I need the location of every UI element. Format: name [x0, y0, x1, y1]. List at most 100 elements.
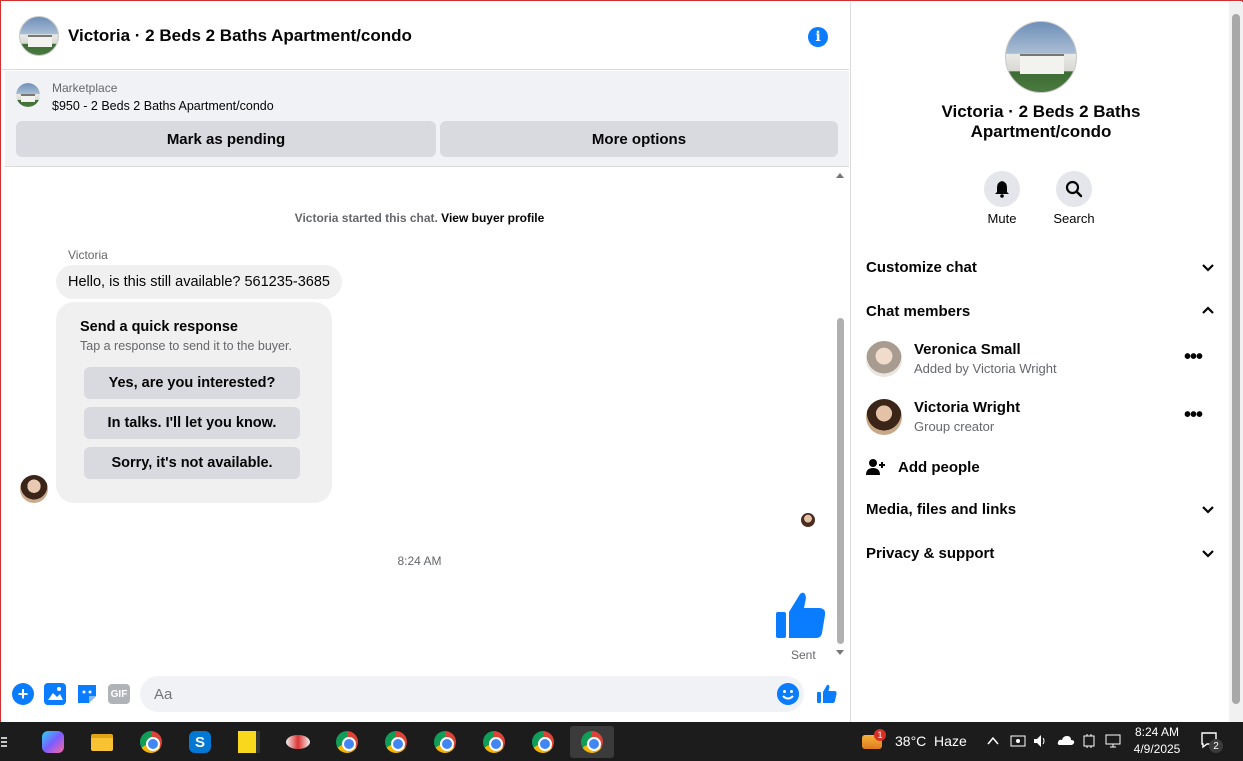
- listing-avatar[interactable]: [19, 15, 59, 56]
- more-icon[interactable]: •••: [1184, 347, 1203, 367]
- skype-icon[interactable]: S: [178, 726, 222, 758]
- sender-avatar[interactable]: [20, 475, 48, 503]
- chevron-down-icon: [1202, 506, 1214, 514]
- mute-button[interactable]: [984, 171, 1020, 207]
- bell-icon: [995, 181, 1009, 198]
- privacy-support-label: Privacy & support: [866, 544, 995, 562]
- view-buyer-profile-link[interactable]: View buyer profile: [441, 211, 544, 225]
- message-composer: + GIF: [2, 674, 849, 714]
- more-icon[interactable]: •••: [1184, 405, 1203, 425]
- copilot-icon[interactable]: [31, 726, 75, 758]
- customize-chat-section[interactable]: Customize chat: [866, 255, 1216, 279]
- member-avatar[interactable]: [866, 341, 902, 377]
- notification-icon[interactable]: 2: [1200, 731, 1223, 753]
- privacy-support-section[interactable]: Privacy & support: [866, 541, 1216, 565]
- seen-receipt-avatar: [801, 513, 815, 527]
- scroll-down-icon[interactable]: [836, 650, 844, 655]
- chat-members-section[interactable]: Chat members: [866, 299, 1216, 323]
- chrome-profile-icon[interactable]: [521, 726, 565, 758]
- plus-icon[interactable]: +: [12, 683, 34, 705]
- info-title: Victoria · 2 Beds 2 Baths Apartment/cond…: [941, 102, 1141, 141]
- file-explorer-icon[interactable]: [80, 726, 124, 758]
- quick-response-subtitle: Tap a response to send it to the buyer.: [80, 339, 292, 353]
- media-files-section[interactable]: Media, files and links: [866, 497, 1216, 521]
- thumbs-up-icon: [776, 592, 826, 638]
- volume-icon[interactable]: [1032, 733, 1048, 749]
- clock-time[interactable]: 8:24 AM: [1133, 725, 1181, 739]
- member-avatar[interactable]: [866, 399, 902, 435]
- listing-thumbnail[interactable]: [16, 83, 40, 107]
- member-name[interactable]: Veronica Small: [914, 341, 1021, 358]
- chevron-down-icon: [1202, 264, 1214, 272]
- chat-members-label: Chat members: [866, 302, 971, 320]
- media-files-label: Media, files and links: [866, 500, 1017, 518]
- quick-response-button[interactable]: Sorry, it's not available.: [84, 447, 300, 479]
- scroll-up-icon[interactable]: [836, 173, 844, 178]
- member-row[interactable]: Veronica Small Added by Victoria Wright …: [866, 339, 1216, 379]
- quick-response-button[interactable]: In talks. I'll let you know.: [84, 407, 300, 439]
- chat-info-pane: Victoria · 2 Beds 2 Baths Apartment/cond…: [850, 2, 1228, 722]
- member-name[interactable]: Victoria Wright: [914, 399, 1020, 416]
- clock-date[interactable]: 4/9/2025: [1133, 742, 1181, 756]
- chrome-icon[interactable]: [129, 726, 173, 758]
- chat-scroll-thumb[interactable]: [837, 318, 844, 644]
- message-timestamp: 8:24 AM: [397, 554, 442, 568]
- sticker-icon[interactable]: [76, 683, 98, 705]
- chrome-profile-icon[interactable]: [472, 726, 516, 758]
- marketplace-bar: Marketplace $950 - 2 Beds 2 Baths Apartm…: [5, 71, 849, 167]
- add-person-icon: [866, 459, 885, 475]
- incoming-message[interactable]: Hello, is this still available? 561235-3…: [56, 265, 342, 299]
- page-scrollbar[interactable]: [1229, 2, 1243, 722]
- bluetooth-icon[interactable]: [1082, 733, 1096, 749]
- weather-text[interactable]: 38°C Haze: [895, 733, 967, 749]
- add-people-button[interactable]: Add people: [866, 455, 980, 479]
- chat-pane: Victoria · 2 Beds 2 Baths Apartment/cond…: [2, 2, 849, 722]
- photo-icon[interactable]: [44, 683, 66, 705]
- snipping-tool-icon[interactable]: [276, 726, 320, 758]
- mute-label: Mute: [987, 211, 1017, 226]
- member-row[interactable]: Victoria Wright Group creator •••: [866, 397, 1216, 437]
- task-view-icon[interactable]: [0, 726, 16, 758]
- chevron-up-icon: [1202, 306, 1214, 314]
- gif-icon[interactable]: GIF: [108, 684, 130, 704]
- marketplace-label: Marketplace: [52, 81, 118, 95]
- search-button[interactable]: [1056, 171, 1092, 207]
- customize-chat-label: Customize chat: [866, 258, 977, 276]
- weather-badge: 1: [874, 729, 886, 741]
- app-window: Victoria · 2 Beds 2 Baths Apartment/cond…: [0, 0, 1243, 722]
- info-icon[interactable]: i: [808, 27, 828, 47]
- chrome-profile-icon[interactable]: [423, 726, 467, 758]
- chat-title[interactable]: Victoria · 2 Beds 2 Baths Apartment/cond…: [68, 26, 412, 46]
- message-input[interactable]: [140, 676, 804, 712]
- like-icon[interactable]: [816, 683, 838, 705]
- mark-as-pending-button[interactable]: Mark as pending: [16, 121, 436, 157]
- notification-count: 2: [1209, 739, 1223, 753]
- onedrive-icon[interactable]: [1057, 734, 1075, 746]
- chevron-up-icon[interactable]: [987, 736, 999, 746]
- group-avatar[interactable]: [1005, 21, 1077, 93]
- search-label: Search: [1053, 211, 1095, 226]
- member-role: Group creator: [914, 419, 995, 434]
- sender-name: Victoria: [68, 248, 108, 262]
- security-icon[interactable]: [1010, 733, 1026, 749]
- quick-response-title: Send a quick response: [80, 319, 238, 335]
- network-icon[interactable]: [1105, 733, 1121, 749]
- chat-started-notice: Victoria started this chat. View buyer p…: [2, 211, 837, 225]
- search-icon: [1065, 180, 1083, 198]
- chevron-down-icon: [1202, 550, 1214, 558]
- chrome-profile-icon[interactable]: [570, 726, 614, 758]
- more-options-button[interactable]: More options: [440, 121, 838, 157]
- quick-response-button[interactable]: Yes, are you interested?: [84, 367, 300, 399]
- windows-taskbar: S 1 38°C Haze 8:24 AM 4/9/2025 2: [0, 722, 1243, 761]
- sent-status: Sent: [791, 648, 816, 662]
- page-scroll-thumb[interactable]: [1232, 14, 1240, 704]
- listing-title[interactable]: $950 - 2 Beds 2 Baths Apartment/condo: [52, 99, 274, 113]
- add-people-label: Add people: [898, 458, 980, 476]
- emoji-icon[interactable]: [777, 683, 799, 705]
- quick-response-card: Send a quick response Tap a response to …: [56, 302, 332, 503]
- chat-header: Victoria · 2 Beds 2 Baths Apartment/cond…: [2, 2, 849, 70]
- chrome-profile-icon[interactable]: [325, 726, 369, 758]
- sticky-notes-icon[interactable]: [227, 726, 271, 758]
- weather-icon[interactable]: 1: [862, 729, 886, 751]
- chrome-profile-icon[interactable]: [374, 726, 418, 758]
